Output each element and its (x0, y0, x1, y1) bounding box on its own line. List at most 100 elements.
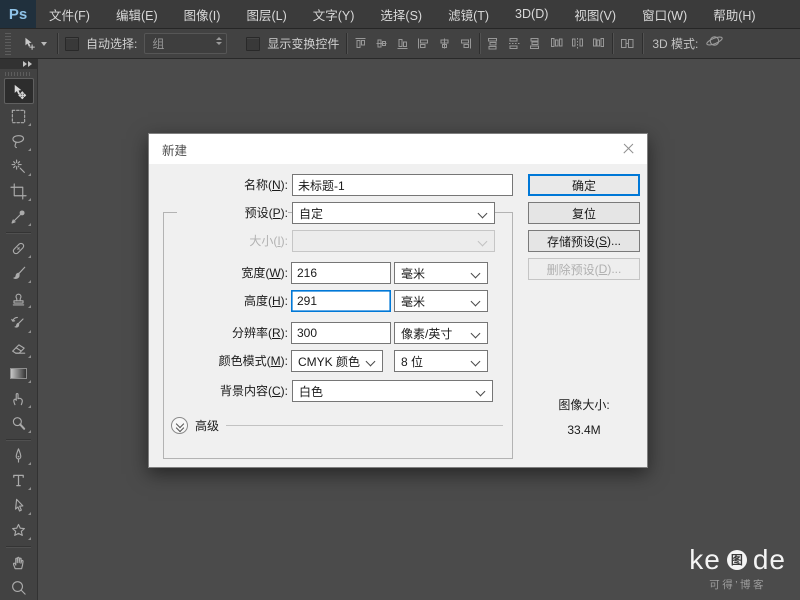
auto-select-checkbox[interactable] (65, 37, 79, 51)
preset-value: 自定 (299, 205, 323, 222)
chevron-down-icon (476, 387, 486, 397)
distribute-horizontal-centers-icon[interactable] (571, 37, 584, 50)
dodge-tool[interactable] (4, 411, 34, 436)
spot-healing-brush-tool[interactable] (4, 236, 34, 261)
menu-item-window[interactable]: 窗口(W) (629, 0, 700, 28)
advanced-label: 高级 (195, 417, 219, 434)
mnemonic: D (599, 262, 608, 276)
auto-align-layers-icon[interactable] (620, 37, 635, 50)
chevron-down-icon (471, 269, 481, 279)
history-brush-tool[interactable] (4, 311, 34, 336)
resolution-field-label: 分辨率(R): (149, 322, 288, 344)
zoom-tool[interactable] (4, 575, 34, 600)
distribute-top-edges-icon[interactable] (487, 37, 500, 50)
menu-item-3d[interactable]: 3D(D) (502, 0, 561, 28)
show-transform-checkbox[interactable] (246, 37, 260, 51)
distribute-right-edges-icon[interactable] (592, 37, 605, 50)
width-unit-dropdown[interactable]: 毫米 (394, 262, 488, 284)
path-selection-tool[interactable] (4, 493, 34, 518)
3d-orbit-icon[interactable] (705, 32, 724, 55)
menu-item-image[interactable]: 图像(I) (171, 0, 234, 28)
close-icon[interactable] (621, 141, 637, 157)
tools-panel-grip[interactable] (5, 72, 32, 76)
auto-select-target-dropdown[interactable]: 组 (144, 33, 227, 54)
dropdown-spinner-icon (216, 37, 222, 45)
resolution-unit-dropdown[interactable]: 像素/英寸 (394, 322, 488, 344)
custom-shape-tool[interactable] (4, 518, 34, 543)
menu-item-select[interactable]: 选择(S) (367, 0, 435, 28)
align-vertical-centers-icon[interactable] (375, 37, 388, 50)
align-left-edges-icon[interactable] (417, 37, 430, 50)
lasso-tool[interactable] (4, 129, 34, 154)
align-bottom-edges-icon[interactable] (396, 37, 409, 50)
label-pre: 分辨率( (232, 326, 272, 340)
menu-item-edit[interactable]: 编辑(E) (103, 0, 171, 28)
separator (57, 33, 58, 54)
ok-button[interactable]: 确定 (528, 174, 640, 196)
label-post: ): (281, 326, 288, 340)
mnemonic: P (273, 206, 281, 220)
mnemonic: H (272, 294, 281, 308)
pen-tool[interactable] (4, 443, 34, 468)
color-mode-dropdown[interactable]: CMYK 颜色 (291, 350, 383, 372)
bit-depth-dropdown[interactable]: 8 位 (394, 350, 488, 372)
mnemonic: W (269, 266, 280, 280)
clone-stamp-tool[interactable] (4, 286, 34, 311)
preset-dropdown[interactable]: 自定 (292, 202, 495, 224)
advanced-section-toggle[interactable]: 高级 (171, 417, 503, 434)
eraser-tool[interactable] (4, 336, 34, 361)
watermark-subtitle: 可得’博客 (689, 577, 786, 592)
brush-tool[interactable] (4, 261, 34, 286)
tool-options-bar: 自动选择: 组 显示变换控件 3D 模式: (0, 29, 800, 59)
menu-item-help[interactable]: 帮助(H) (700, 0, 768, 28)
align-horizontal-centers-icon[interactable] (438, 37, 451, 50)
height-unit-dropdown[interactable]: 毫米 (394, 290, 488, 312)
align-right-edges-icon[interactable] (459, 37, 472, 50)
eyedropper-tool[interactable] (4, 204, 34, 229)
mnemonic: M (271, 354, 281, 368)
menu-item-layer[interactable]: 图层(L) (233, 0, 299, 28)
new-document-dialog: 新建 名称(N): 预设(P): 自定 大小(I): 宽度(W): (148, 133, 648, 468)
gradient-tool[interactable] (4, 361, 34, 386)
align-top-edges-icon[interactable] (354, 37, 367, 50)
background-dropdown[interactable]: 白色 (292, 380, 493, 402)
height-input[interactable] (291, 290, 391, 312)
auto-select-target-value: 组 (152, 35, 164, 52)
options-bar-grip[interactable] (5, 33, 11, 55)
distribute-vertical-centers-icon[interactable] (508, 37, 521, 50)
menu-item-view[interactable]: 视图(V) (561, 0, 629, 28)
watermark-word2: de (753, 546, 786, 574)
magic-wand-tool[interactable] (4, 154, 34, 179)
current-tool-button[interactable] (18, 36, 50, 52)
label-post: ): (281, 234, 288, 248)
chevron-down-icon (478, 209, 488, 219)
resolution-input[interactable] (291, 322, 391, 344)
photoshop-window: Ps 文件(F) 编辑(E) 图像(I) 图层(L) 文字(Y) 选择(S) 滤… (0, 0, 800, 600)
save-preset-button[interactable]: 存储预设(S)... (528, 230, 640, 252)
reset-button[interactable]: 复位 (528, 202, 640, 224)
rectangular-marquee-tool[interactable] (4, 104, 34, 129)
mnemonic: R (272, 326, 281, 340)
menu-item-file[interactable]: 文件(F) (36, 0, 103, 28)
tools-divider (6, 546, 31, 547)
crop-tool[interactable] (4, 179, 34, 204)
menu-item-type[interactable]: 文字(Y) (300, 0, 368, 28)
hand-tool[interactable] (4, 550, 34, 575)
distribute-left-edges-icon[interactable] (550, 37, 563, 50)
mnemonic: S (599, 234, 607, 248)
width-unit-value: 毫米 (401, 265, 425, 282)
width-input[interactable] (291, 262, 391, 284)
color-mode-field-label: 颜色模式(M): (149, 350, 288, 372)
name-input[interactable] (292, 174, 513, 196)
collapse-panel-icon[interactable] (0, 59, 37, 69)
type-tool[interactable] (4, 468, 34, 493)
separator (642, 33, 643, 54)
size-dropdown (292, 230, 495, 252)
show-transform-label: 显示变换控件 (267, 35, 339, 52)
distribute-bottom-edges-icon[interactable] (529, 37, 542, 50)
smudge-tool[interactable] (4, 386, 34, 411)
move-tool[interactable] (4, 78, 34, 104)
image-size-readout: 图像大小: 33.4M (528, 396, 640, 437)
label-post: ): (281, 354, 288, 368)
menu-item-filter[interactable]: 滤镜(T) (435, 0, 502, 28)
